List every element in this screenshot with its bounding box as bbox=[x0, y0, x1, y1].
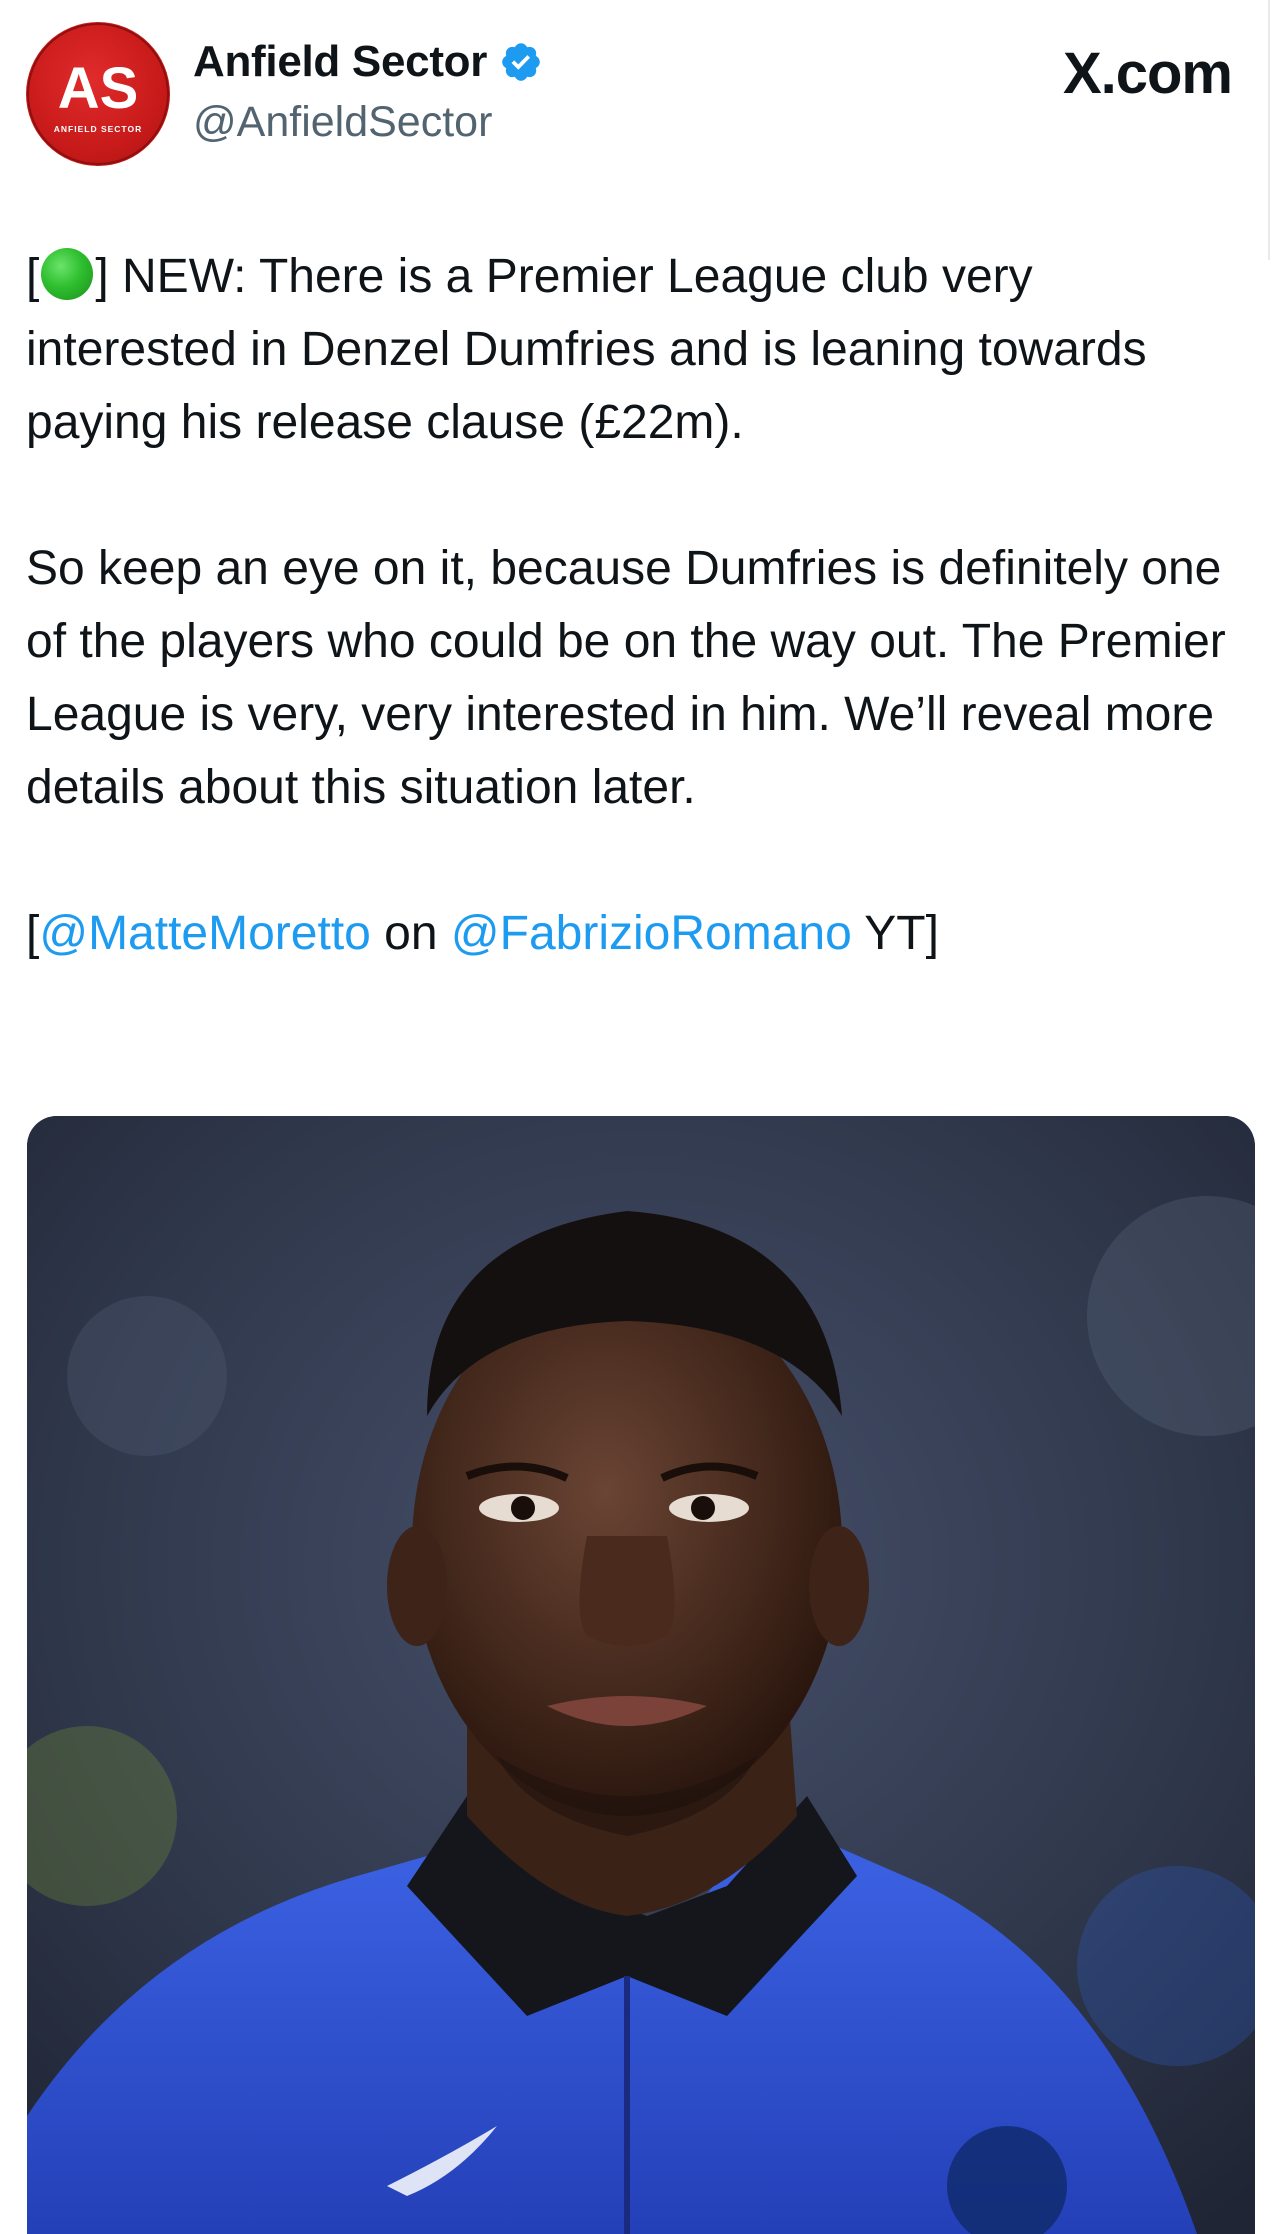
tweet-source-line: [@MatteMoretto on @FabrizioRomano YT] bbox=[26, 907, 939, 960]
verified-badge-icon bbox=[502, 43, 540, 81]
mention-fabrizioromano[interactable]: @FabrizioRomano bbox=[451, 907, 852, 960]
tweet-text: [] NEW: There is a Premier League club v… bbox=[26, 240, 1226, 970]
display-name[interactable]: Anfield Sector bbox=[193, 37, 487, 87]
tweet-photo[interactable] bbox=[27, 1116, 1255, 2234]
tweet-paragraph-1: [] NEW: There is a Premier League club v… bbox=[26, 248, 1147, 449]
avatar[interactable]: AS ANFIELD SECTOR bbox=[26, 22, 170, 166]
avatar-subtext: ANFIELD SECTOR bbox=[54, 124, 142, 134]
x-com-brand: X.com bbox=[1062, 41, 1233, 106]
mention-mattemoretto[interactable]: @MatteMoretto bbox=[39, 907, 371, 960]
tweet-paragraph-2: So keep an eye on it, because Dumfries i… bbox=[26, 542, 1226, 814]
player-photo bbox=[27, 1116, 1255, 2234]
divider bbox=[1268, 0, 1270, 260]
author-handle[interactable]: @AnfieldSector bbox=[193, 98, 492, 147]
author-name-row: Anfield Sector bbox=[193, 36, 543, 88]
green-circle-icon bbox=[41, 248, 94, 300]
avatar-letters: AS bbox=[58, 56, 139, 121]
avatar-logo: AS ANFIELD SECTOR bbox=[27, 23, 169, 165]
tweet-card: AS ANFIELD SECTOR Anfield Sector @Anfiel… bbox=[0, 0, 1284, 2234]
